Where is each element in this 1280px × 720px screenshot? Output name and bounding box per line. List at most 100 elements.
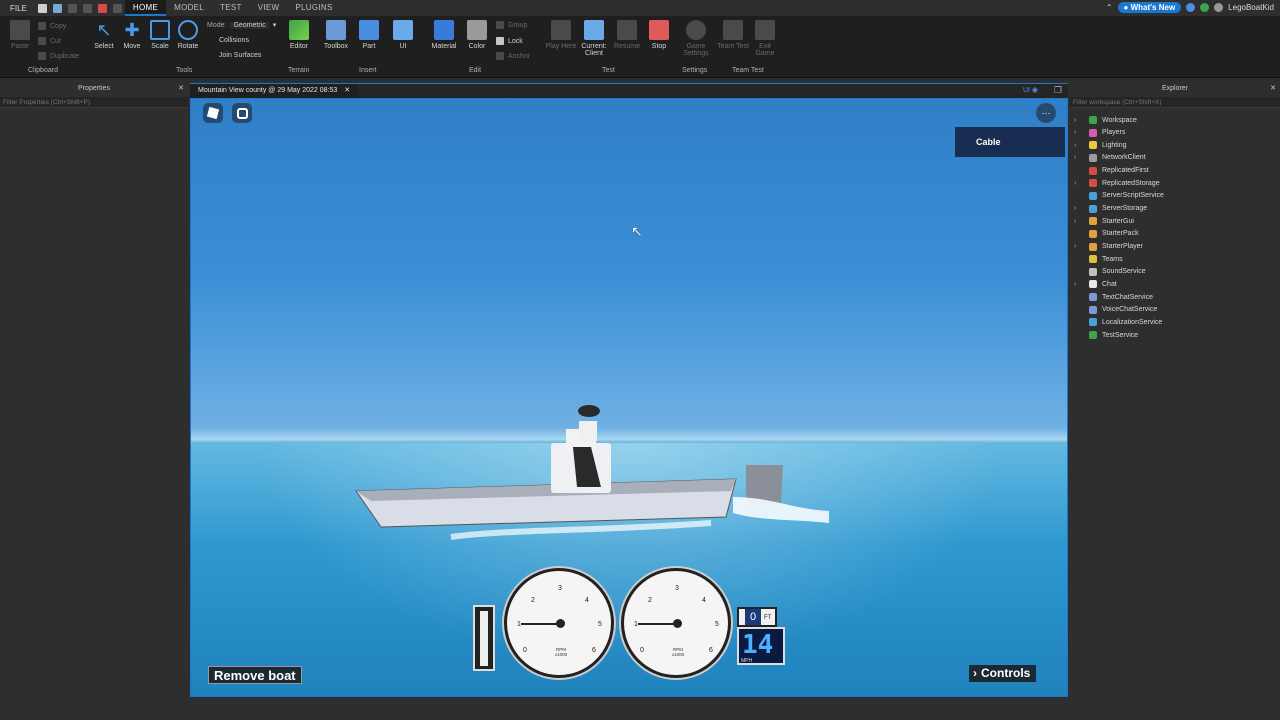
mode-select[interactable]: Mode: Geometric ▾: [207, 21, 276, 29]
explorer-item-label: ReplicatedFirst: [1102, 167, 1149, 175]
material-button[interactable]: Material: [428, 20, 460, 50]
join-surfaces-toggle[interactable]: Join Surfaces: [211, 52, 261, 59]
color-button[interactable]: Color: [461, 20, 493, 50]
collapse-icon[interactable]: ⌃: [1106, 3, 1113, 12]
explorer-item[interactable]: LocalizationService: [1074, 316, 1162, 328]
team-icon[interactable]: [1200, 3, 1210, 12]
team-test-button[interactable]: Team Test: [717, 20, 749, 50]
chevron-right-icon: ›: [973, 666, 977, 680]
game-settings-button[interactable]: Game Settings: [680, 20, 712, 57]
redo-icon[interactable]: [82, 3, 92, 13]
help-icon[interactable]: [1186, 3, 1196, 12]
expand-arrow-icon[interactable]: ›: [1074, 154, 1082, 161]
game-viewport[interactable]: ⋯ Cable ↖ 0 1 2 3 4 5 6 RPM x1000 0 1 2 …: [190, 98, 1068, 697]
throttle-bar: [480, 611, 488, 666]
collisions-toggle[interactable]: Collisions: [211, 37, 249, 44]
throttle-gauge: [473, 605, 495, 671]
close-icon[interactable]: ✕: [178, 83, 184, 95]
expand-arrow-icon[interactable]: ›: [1074, 218, 1082, 225]
close-icon[interactable]: ✕: [344, 87, 350, 94]
group-button[interactable]: Group: [496, 21, 527, 29]
duplicate-button[interactable]: Duplicate: [38, 52, 79, 60]
paste-button[interactable]: Paste: [4, 20, 36, 50]
explorer-item[interactable]: › StarterGui: [1074, 215, 1134, 227]
part-icon: [359, 20, 379, 40]
explorer-item[interactable]: StarterPack: [1074, 228, 1139, 240]
expand-arrow-icon[interactable]: ›: [1074, 129, 1082, 136]
undo-icon[interactable]: [67, 3, 77, 13]
stop-button[interactable]: Stop: [643, 20, 675, 50]
rotate-button[interactable]: Rotate: [172, 20, 204, 50]
explorer-item[interactable]: VoiceChatService: [1074, 304, 1157, 316]
cut-button[interactable]: Cut: [38, 37, 61, 45]
cut-icon: [38, 37, 46, 45]
resume-button[interactable]: Resume: [611, 20, 643, 50]
expand-arrow-icon[interactable]: ›: [1074, 243, 1082, 250]
expand-arrow-icon[interactable]: ›: [1074, 180, 1082, 187]
lock-button[interactable]: Lock: [496, 37, 523, 45]
menu-bar: FILE HOME MODEL TEST VIEW PLUGINS ⌃ ● Wh…: [0, 0, 1280, 16]
explorer-filter-input[interactable]: Filter workspace (Ctrl+Shift+X): [1070, 97, 1280, 108]
tab-plugins[interactable]: PLUGINS: [287, 0, 340, 16]
part-button[interactable]: Part: [353, 20, 385, 50]
stop-icon[interactable]: [97, 3, 107, 13]
maximize-icon[interactable]: ❐: [1054, 85, 1062, 96]
cut-label: Cut: [50, 37, 61, 45]
properties-filter-input[interactable]: Filter Properties (Ctrl+Shift+P): [0, 97, 188, 108]
explorer-item-label: VoiceChatService: [1102, 306, 1158, 314]
toolbox-button[interactable]: Toolbox: [320, 20, 352, 50]
new-file-icon[interactable]: [37, 3, 47, 13]
expand-arrow-icon[interactable]: ›: [1074, 281, 1082, 288]
chat-button[interactable]: [232, 103, 252, 123]
share-icon[interactable]: [1214, 3, 1224, 12]
explorer-item[interactable]: › Chat: [1074, 278, 1117, 290]
ui-visibility-toggle[interactable]: UI ◉: [1023, 86, 1038, 94]
explorer-item[interactable]: TextChatService: [1074, 291, 1153, 303]
explorer-item[interactable]: ReplicatedFirst: [1074, 165, 1149, 177]
client-icon: [584, 20, 604, 40]
explorer-item[interactable]: ServerScriptService: [1074, 190, 1164, 202]
controls-button[interactable]: › Controls: [969, 665, 1037, 682]
expand-arrow-icon[interactable]: ›: [1074, 205, 1082, 212]
explorer-item[interactable]: › ServerStorage: [1074, 203, 1147, 215]
explorer-item[interactable]: › Players: [1074, 127, 1125, 139]
chevron-down-icon: ▾: [272, 22, 277, 29]
tab-model[interactable]: MODEL: [166, 0, 212, 16]
explorer-item[interactable]: › StarterPlayer: [1074, 241, 1143, 253]
explorer-item[interactable]: › ReplicatedStorage: [1074, 177, 1160, 189]
explorer-item[interactable]: TestService: [1074, 329, 1138, 341]
anchor-button[interactable]: Anchor: [496, 52, 530, 60]
roblox-menu-button[interactable]: [203, 103, 223, 123]
terrain-editor-button[interactable]: Editor: [283, 20, 315, 50]
explorer-item[interactable]: › Lighting: [1074, 139, 1127, 151]
username[interactable]: LegoBoatKid: [1228, 3, 1274, 12]
undo-arrow-icon[interactable]: [112, 3, 122, 13]
tab-test[interactable]: TEST: [212, 0, 250, 16]
file-menu[interactable]: FILE: [0, 4, 35, 13]
more-options-button[interactable]: ⋯: [1036, 103, 1056, 123]
explorer-item-label: ReplicatedStorage: [1102, 179, 1160, 187]
explorer-item[interactable]: Teams: [1074, 253, 1123, 265]
explorer-item[interactable]: SoundService: [1074, 266, 1146, 278]
tab-home[interactable]: HOME: [124, 0, 167, 16]
whats-new-button[interactable]: ● What's New: [1117, 2, 1182, 13]
copy-button[interactable]: Copy: [38, 22, 66, 30]
eye-icon: ◉: [1031, 87, 1038, 94]
explorer-title: Explorer: [1161, 85, 1189, 92]
remove-boat-button[interactable]: Remove boat: [208, 666, 302, 684]
cable-button[interactable]: Cable: [955, 127, 1065, 157]
expand-arrow-icon[interactable]: ›: [1074, 117, 1082, 124]
publish-icon[interactable]: [52, 3, 62, 13]
document-tab[interactable]: Mountain View county @ 29 May 2022 08:53…: [190, 84, 359, 98]
exit-game-button[interactable]: Exit Game: [749, 20, 781, 57]
play-here-button[interactable]: Play Here: [545, 20, 577, 50]
explorer-item[interactable]: › NetworkClient: [1074, 152, 1146, 164]
move-label: Move: [123, 43, 141, 50]
expand-arrow-icon[interactable]: ›: [1074, 142, 1082, 149]
exit-icon: [755, 20, 775, 40]
current-client-button[interactable]: Current: Client: [578, 20, 610, 57]
explorer-item[interactable]: › Workspace: [1074, 114, 1137, 126]
tab-view[interactable]: VIEW: [250, 0, 288, 16]
close-icon[interactable]: ✕: [1270, 83, 1276, 95]
ui-button[interactable]: UI: [387, 20, 419, 50]
